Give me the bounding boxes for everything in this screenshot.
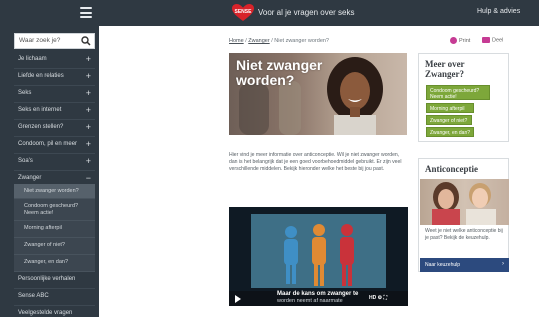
plus-icon: + <box>85 88 91 98</box>
search-placeholder: Waar zoek je? <box>19 37 61 44</box>
breadcrumb-current: Niet zwanger worden? <box>274 38 329 44</box>
more-about-box: Meer over Zwanger? Condoom gescheurd? Ne… <box>418 53 509 142</box>
plus-icon: + <box>85 156 91 166</box>
help-link[interactable]: Hulp & advies <box>477 8 520 15</box>
anticonceptie-text: Weet je niet welke anticonceptie bij je … <box>425 228 503 241</box>
body-figures-illustration <box>284 224 354 286</box>
girl-photo <box>327 57 383 135</box>
svg-text:SENSE: SENSE <box>235 9 253 15</box>
couple-photo <box>420 179 509 225</box>
play-icon[interactable] <box>235 295 241 303</box>
breadcrumb: Home / Zwanger / Niet zwanger worden? <box>229 38 329 44</box>
sidebar-item-grenzen[interactable]: Grenzen stellen? + <box>14 120 95 137</box>
link-button-zwanger-en-dan[interactable]: Zwanger, en dan? <box>426 127 474 137</box>
sense-logo[interactable]: SENSE <box>232 4 254 22</box>
hero-image: Niet zwanger worden? <box>229 53 407 135</box>
breadcrumb-separator: / <box>245 38 247 44</box>
minus-icon: − <box>85 173 91 183</box>
hero-title: Niet zwanger worden? <box>236 57 323 88</box>
menu-icon[interactable] <box>80 7 92 18</box>
breadcrumb-separator: / <box>271 38 273 44</box>
link-button-morning-afterpil[interactable]: Morning afterpil <box>426 103 474 113</box>
breadcrumb-zwanger-link[interactable]: Zwanger <box>248 38 269 44</box>
sidebar-item-lichaam[interactable]: Je lichaam + <box>14 52 95 69</box>
top-bar: SENSE Voor al je vragen over seks Hulp &… <box>0 0 539 26</box>
more-about-title: Meer over Zwanger? <box>425 59 465 79</box>
share-label: Deel <box>492 37 504 44</box>
sidebar-item-liefde[interactable]: Liefde en relaties + <box>14 69 95 86</box>
search-input[interactable]: Waar zoek je? <box>14 33 95 49</box>
plus-icon: + <box>85 122 91 132</box>
video-player[interactable]: Maar de kans om zwanger te worden neemt … <box>229 207 408 306</box>
sidebar-subitem-condoom-gescheurd[interactable]: Condoom gescheurd? Neem actie! <box>14 199 95 221</box>
couple-illustration <box>432 182 496 225</box>
share-icon <box>482 37 490 43</box>
share-button[interactable]: Deel <box>482 37 503 43</box>
chevron-right-icon: › <box>502 261 504 267</box>
sidebar-subitem-niet-zwanger[interactable]: Niet zwanger worden? <box>14 184 95 199</box>
keuzehulp-button[interactable]: Naar keuzehulp › <box>420 258 509 272</box>
link-button-zwanger-of-niet[interactable]: Zwanger of niet? <box>426 115 472 125</box>
print-label: Print <box>459 37 471 44</box>
sidebar-subitem-morning-afterpil[interactable]: Morning afterpil <box>14 221 95 238</box>
print-icon <box>450 37 457 44</box>
sidebar-subitem-zwanger-of-niet[interactable]: Zwanger of niet? <box>14 238 95 255</box>
sidebar-item-abc[interactable]: Sense ABC <box>14 289 95 306</box>
link-button-condoom-gescheurd[interactable]: Condoom gescheurd? Neem actie! <box>426 85 490 100</box>
video-caption-line2: worden neemt af naarmate <box>277 298 343 304</box>
plus-icon: + <box>85 105 91 115</box>
background-figure <box>279 81 301 135</box>
print-button[interactable]: Print <box>450 37 470 44</box>
sidebar-item-faq[interactable]: Veelgestelde vragen <box>14 306 95 317</box>
sidebar-subitem-zwanger-en-dan[interactable]: Zwanger, en dan? <box>14 255 95 272</box>
hd-settings-icon[interactable]: HD ⚙ ⛶ <box>369 295 387 301</box>
anticonceptie-title: Anticonceptie <box>425 164 478 174</box>
sidebar-item-soas[interactable]: Soa's + <box>14 154 95 171</box>
intro-paragraph: Hier vind je meer informatie over antico… <box>229 152 402 173</box>
tagline: Voor al je vragen over seks <box>258 8 355 17</box>
background-figure <box>239 83 269 135</box>
search-icon[interactable] <box>81 36 91 46</box>
breadcrumb-home-link[interactable]: Home <box>229 38 244 44</box>
plus-icon: + <box>85 54 91 64</box>
plus-icon: + <box>85 139 91 149</box>
sidebar-item-condoom[interactable]: Condoom, pil en meer + <box>14 137 95 154</box>
anticonceptie-box: Anticonceptie Weet je niet welke anticon… <box>418 158 509 272</box>
sidebar-item-seks[interactable]: Seks + <box>14 86 95 103</box>
sidebar-item-internet[interactable]: Seks en internet + <box>14 103 95 120</box>
sidebar-item-verhalen[interactable]: Persoonlijke verhalen <box>14 272 95 289</box>
plus-icon: + <box>85 71 91 81</box>
